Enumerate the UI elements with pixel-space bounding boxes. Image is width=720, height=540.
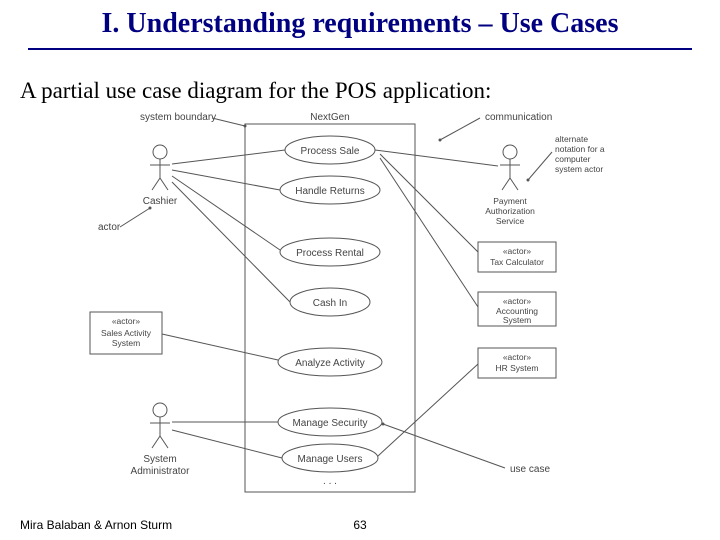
svg-text:Process Rental: Process Rental xyxy=(296,248,364,259)
assoc-sysadmin-users xyxy=(172,430,282,458)
svg-text:Handle Returns: Handle Returns xyxy=(295,186,364,197)
actor-sales-activity-system: «actor» Sales Activity System xyxy=(90,312,162,354)
slide-title: I. Understanding requirements – Use Case… xyxy=(0,8,720,40)
usecase-process-rental: Process Rental xyxy=(280,238,380,266)
svg-text:Sales Activity: Sales Activity xyxy=(101,328,152,338)
usecase-cash-in: Cash In xyxy=(290,288,370,316)
slide-subtitle: A partial use case diagram for the POS a… xyxy=(20,78,491,104)
actor-hr-system: «actor» HR System xyxy=(478,348,556,378)
svg-text:«actor»: «actor» xyxy=(503,246,532,256)
svg-text:Administrator: Administrator xyxy=(131,466,191,477)
svg-text:Cash In: Cash In xyxy=(313,298,347,309)
svg-text:Service: Service xyxy=(496,216,525,226)
assoc-processsale-tax xyxy=(380,154,478,252)
svg-text:Manage Security: Manage Security xyxy=(292,418,367,429)
assoc-cashier-processsale xyxy=(172,150,285,164)
svg-text:«actor»: «actor» xyxy=(503,296,532,306)
footer-page: 63 xyxy=(0,518,720,532)
svg-text:system actor: system actor xyxy=(555,164,603,174)
assoc-manageusers-hr xyxy=(378,364,478,456)
annot-usecase: use case xyxy=(510,464,550,475)
svg-text:System: System xyxy=(143,454,176,465)
assoc-cashier-cashin xyxy=(172,182,290,302)
system-name-label: NextGen xyxy=(310,112,349,123)
svg-text:computer: computer xyxy=(555,154,591,164)
actor-accounting-system: «actor» Accounting System xyxy=(478,292,556,326)
svg-text:«actor»: «actor» xyxy=(112,316,141,326)
svg-text:HR System: HR System xyxy=(496,363,539,373)
svg-text:Tax Calculator: Tax Calculator xyxy=(490,257,544,267)
title-underline xyxy=(28,48,692,50)
usecase-handle-returns: Handle Returns xyxy=(280,176,380,204)
annot-communication: communication xyxy=(485,112,552,123)
svg-text:Payment: Payment xyxy=(493,196,527,206)
actor-tax-calculator: «actor» Tax Calculator xyxy=(478,242,556,272)
usecase-ellipsis: . . . xyxy=(323,476,337,487)
annot-actor: actor xyxy=(98,222,121,233)
usecase-analyze-activity: Analyze Activity xyxy=(278,348,382,376)
svg-text:System: System xyxy=(503,315,531,325)
svg-text:Authorization: Authorization xyxy=(485,206,535,216)
annot-system-boundary: system boundary xyxy=(140,112,216,123)
svg-text:notation for a: notation for a xyxy=(555,144,605,154)
assoc-processsale-accounting xyxy=(380,158,478,307)
svg-text:Cashier: Cashier xyxy=(143,196,178,207)
usecase-manage-security: Manage Security xyxy=(278,408,382,436)
actor-payment-auth: Payment Authorization Service xyxy=(485,145,535,226)
svg-text:Analyze Activity: Analyze Activity xyxy=(295,358,364,369)
usecase-process-sale: Process Sale xyxy=(285,136,375,164)
assoc-salesactivity-analyze xyxy=(162,334,278,360)
svg-text:«actor»: «actor» xyxy=(503,352,532,362)
svg-text:Manage Users: Manage Users xyxy=(297,454,362,465)
actor-sysadmin: System Administrator xyxy=(131,403,191,477)
svg-text:Process Sale: Process Sale xyxy=(301,146,360,157)
annot-alt-notation-1: alternate xyxy=(555,134,588,144)
assoc-processsale-payauth xyxy=(375,150,498,166)
usecase-manage-users: Manage Users xyxy=(282,444,378,472)
svg-text:System: System xyxy=(112,338,140,348)
use-case-diagram: NextGen system boundary communication al… xyxy=(80,112,640,512)
